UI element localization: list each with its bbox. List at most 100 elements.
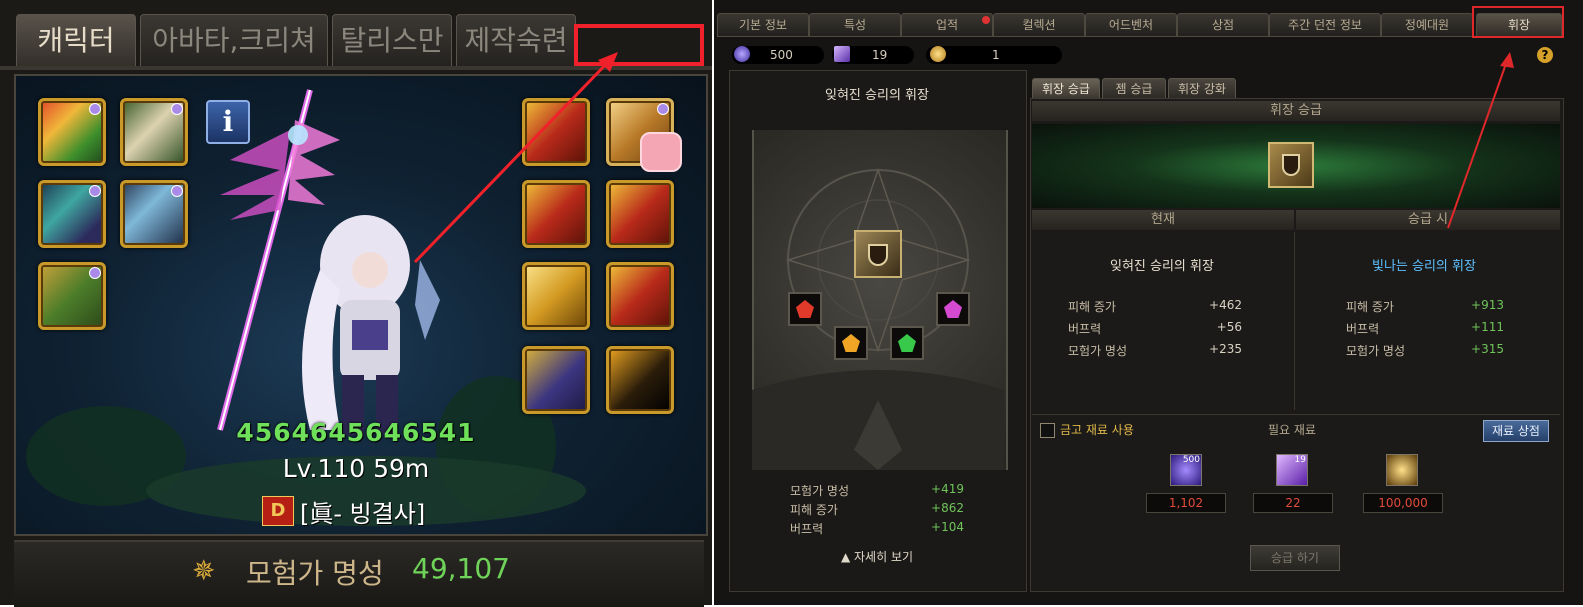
rarity-dot <box>171 103 183 115</box>
red-gem-icon <box>796 300 814 318</box>
current-stat-name: 버프력 <box>1068 322 1102 336</box>
help-icon[interactable]: ? <box>1537 47 1553 63</box>
tab-shop[interactable]: 상점 <box>1177 13 1269 37</box>
current-stat-name: 피해 증가 <box>1068 300 1116 314</box>
highlight-box <box>574 24 704 66</box>
view-details-button[interactable]: ▲ 자세히 보기 <box>729 548 1025 565</box>
rarity-dot <box>89 103 101 115</box>
notification-dot-icon <box>982 16 990 24</box>
banner-stat-name: 모험가 명성 <box>790 484 850 498</box>
purple-orb-icon <box>734 46 750 62</box>
after-stat-value: +315 <box>1471 342 1504 356</box>
material-required-count: 22 <box>1253 493 1333 513</box>
equipment-slot-boots[interactable] <box>38 262 106 330</box>
equipment-slot-bracelet[interactable] <box>522 180 590 248</box>
tab-weekly-dungeon[interactable]: 주간 던전 정보 <box>1269 13 1381 37</box>
equipment-slot-ring[interactable] <box>606 262 674 330</box>
info-icon[interactable]: i <box>206 100 250 144</box>
tab-talisman[interactable]: 탈리스만 <box>332 14 452 67</box>
tab-achievements[interactable]: 업적 <box>901 13 993 37</box>
equipment-slot-belt[interactable] <box>120 180 188 248</box>
material-required-count: 100,000 <box>1363 493 1443 513</box>
equipment-slot-shoulder[interactable] <box>38 180 106 248</box>
equipment-slot-title[interactable] <box>522 98 590 166</box>
tab-emblem-reinforce[interactable]: 휘장 강화 <box>1168 78 1236 100</box>
purple-orb-icon: 500 <box>1170 454 1202 486</box>
fame-label: 모험가 명성 <box>246 557 384 590</box>
rarity-dot <box>89 267 101 279</box>
material-badge: 19 <box>1294 455 1306 465</box>
current-stat-value: +56 <box>1216 320 1242 334</box>
tab-emblem-upgrade[interactable]: 휘장 승급 <box>1032 78 1100 100</box>
gem-slot[interactable] <box>936 292 970 326</box>
equipment-slot-necklace[interactable] <box>606 180 674 248</box>
fame-crest-icon: ✵ <box>192 554 216 587</box>
after-header: 승급 시 <box>1296 210 1560 230</box>
use-vault-materials-label: 금고 재료 사용 <box>1060 423 1134 437</box>
material-shop-button[interactable]: 재료 상점 <box>1483 420 1549 442</box>
guild-name: [眞- 빙결사] <box>300 500 426 528</box>
after-stat-name: 버프력 <box>1346 322 1380 336</box>
banner-stat-value: +419 <box>931 482 964 496</box>
currency-value: 1 <box>992 48 1000 62</box>
after-stat-name: 피해 증가 <box>1346 300 1394 314</box>
shield-icon <box>868 244 888 266</box>
after-stat-name: 모험가 명성 <box>1346 344 1406 358</box>
currency-value: 19 <box>872 48 888 62</box>
tab-basic-info[interactable]: 기본 정보 <box>717 13 809 37</box>
gold-coins-icon <box>930 46 946 62</box>
material-required-count: 1,102 <box>1146 493 1226 513</box>
current-stat-value: +235 <box>1209 342 1242 356</box>
tab-avatar-creature[interactable]: 아바타,크리쳐 <box>140 14 328 67</box>
rarity-dot <box>657 103 669 115</box>
tab-elite-members[interactable]: 정예대원 <box>1381 13 1473 37</box>
upgrade-button[interactable]: 승급 하기 <box>1250 545 1340 571</box>
tab-traits[interactable]: 특성 <box>809 13 901 37</box>
guild-badge-icon: D <box>262 496 294 526</box>
orange-gem-icon <box>842 334 860 352</box>
fame-value: 49,107 <box>412 552 510 585</box>
pet-badge-icon <box>640 132 682 172</box>
banner-stat-value: +862 <box>931 501 964 515</box>
required-materials-header: 필요 재료 <box>1268 423 1316 437</box>
banner-stat-name: 피해 증가 <box>790 503 838 517</box>
banner-stat-name: 버프력 <box>790 522 824 536</box>
highlight-box <box>1472 6 1564 38</box>
tab-gem-upgrade[interactable]: 젬 승급 <box>1102 78 1166 100</box>
gem-slot[interactable] <box>788 292 822 326</box>
gem-slot[interactable] <box>834 326 868 360</box>
gem-slot[interactable] <box>890 326 924 360</box>
equipment-slot-top[interactable] <box>120 98 188 166</box>
after-stat-value: +913 <box>1471 298 1504 312</box>
tab-collection[interactable]: 컬렉션 <box>993 13 1085 37</box>
rarity-dot <box>171 185 183 197</box>
section-divider <box>1032 414 1560 415</box>
purple-gem-icon <box>944 300 962 318</box>
currency-pill: 1 <box>926 46 1062 64</box>
character-name: 4564645646541 <box>236 418 476 447</box>
current-emblem-name: 잊혀진 승리의 휘장 <box>1110 259 1214 274</box>
current-stat-value: +462 <box>1209 298 1242 312</box>
purple-cube-icon <box>834 46 850 62</box>
gold-coins-icon <box>1386 454 1418 486</box>
currency-value: 500 <box>770 48 793 62</box>
after-emblem-name: 빛나는 승리의 휘장 <box>1372 259 1476 274</box>
tab-character[interactable]: 캐릭터 <box>16 14 136 67</box>
equipment-slot-magic-stone[interactable] <box>606 346 674 414</box>
banner-stat-value: +104 <box>931 520 964 534</box>
tab-crafting[interactable]: 제작숙련 <box>456 14 576 67</box>
column-divider <box>1294 232 1295 410</box>
green-gem-icon <box>898 334 916 352</box>
equipment-slot-weapon[interactable] <box>38 98 106 166</box>
character-figure <box>302 215 440 435</box>
character-level: Lv.110 59m <box>282 454 430 483</box>
equipment-slot-earring[interactable] <box>522 346 590 414</box>
use-vault-materials-checkbox[interactable] <box>1040 423 1055 438</box>
upgrade-header: 휘장 승급 <box>1032 101 1560 121</box>
current-stat-name: 모험가 명성 <box>1068 344 1128 358</box>
equipment-slot-support[interactable] <box>522 262 590 330</box>
tab-adventure[interactable]: 어드벤처 <box>1085 13 1177 37</box>
current-header: 현재 <box>1032 210 1294 230</box>
shield-icon <box>1282 154 1300 176</box>
tab-bar-divider <box>0 66 712 70</box>
